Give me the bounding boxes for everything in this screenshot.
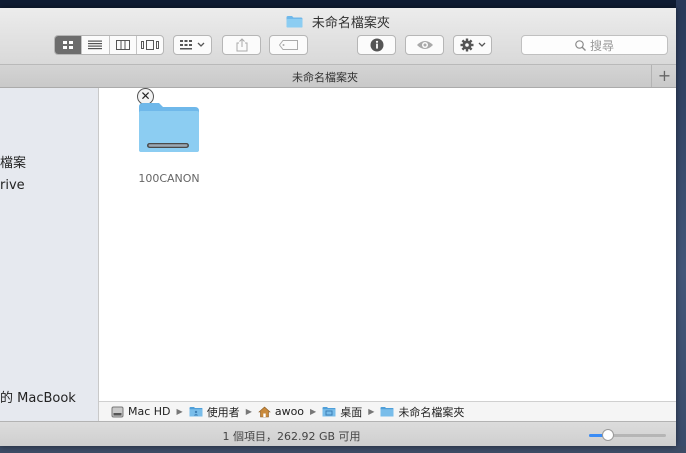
tags-button[interactable]	[269, 35, 308, 55]
chevron-right-icon: ▶	[245, 407, 252, 416]
tab-current[interactable]: 未命名檔案夾	[0, 69, 650, 85]
window-title: 未命名檔案夾	[311, 16, 390, 31]
path-crumb-home[interactable]: awoo	[258, 405, 304, 418]
finder-window: 未命名檔案夾 搜尋 未命名檔案夾 + 檔案 rive 的 MacBook ✕ 1…	[0, 8, 676, 446]
icon-view-button[interactable]	[55, 36, 83, 54]
list-icon	[88, 40, 103, 50]
folder-icon	[189, 407, 203, 417]
info-icon	[370, 38, 383, 52]
file-browser-area: ✕ 100CANON	[99, 88, 676, 401]
list-view-button[interactable]	[82, 36, 110, 54]
desktop-background	[676, 0, 686, 453]
eye-icon	[416, 41, 433, 49]
view-mode-segmented-control	[54, 35, 164, 55]
arrange-grid-chevron-icon	[179, 40, 204, 50]
chevron-right-icon: ▶	[368, 407, 375, 416]
cover-flow-icon	[140, 40, 159, 50]
search-icon	[575, 39, 586, 51]
action-button[interactable]	[453, 35, 492, 55]
crumb-label: Mac HD	[128, 405, 171, 418]
search-field[interactable]: 搜尋	[521, 35, 668, 55]
status-bar: 1 個項目，262.92 GB 可用	[0, 421, 676, 446]
search-placeholder: 搜尋	[589, 38, 614, 53]
chevron-right-icon: ▶	[310, 407, 317, 416]
crumb-label: 桌面	[340, 405, 363, 419]
share-button[interactable]	[222, 35, 261, 55]
share-icon	[236, 38, 247, 52]
folder-icon	[286, 16, 303, 28]
new-tab-button[interactable]: +	[651, 65, 677, 87]
path-crumb-desktop[interactable]: 桌面	[322, 404, 362, 420]
arrange-button[interactable]	[173, 35, 212, 55]
hard-drive-icon	[111, 406, 124, 417]
crumb-label: 未命名檔案夾	[398, 405, 465, 419]
tab-bar: 未命名檔案夾 +	[0, 65, 676, 88]
folder-name-label: 100CANON	[138, 172, 200, 185]
get-info-button[interactable]	[357, 35, 396, 55]
slider-knob[interactable]	[602, 429, 615, 441]
sidebar-item-documents[interactable]: 檔案	[0, 152, 26, 171]
sidebar: · 檔案 rive 的 MacBook	[0, 88, 99, 421]
tag-icon	[278, 40, 298, 50]
title-area: 未命名檔案夾	[0, 12, 676, 31]
path-crumb-users[interactable]: 使用者	[189, 404, 240, 420]
column-view-button[interactable]	[110, 36, 137, 54]
chevron-right-icon: ▶	[176, 407, 183, 416]
quick-look-button[interactable]	[405, 35, 444, 55]
status-text: 1 個項目，262.92 GB 可用	[222, 430, 361, 443]
cover-flow-view-button[interactable]	[137, 36, 163, 54]
sidebar-item-drive[interactable]: rive	[0, 178, 25, 193]
path-crumb-mac-hd[interactable]: Mac HD	[111, 405, 171, 418]
folder-icon	[322, 407, 336, 417]
path-bar: Mac HD ▶ 使用者 ▶ awoo ▶ 桌面 ▶ 未命名檔案夾	[99, 401, 676, 421]
folder-icon[interactable]	[138, 101, 200, 153]
columns-icon	[115, 40, 130, 50]
sidebar-item-macbook[interactable]: 的 MacBook	[0, 387, 76, 406]
titlebar: 未命名檔案夾 搜尋	[0, 8, 676, 65]
desktop-background-bottom	[0, 446, 686, 453]
gear-icon	[460, 38, 485, 52]
icon-size-slider[interactable]	[589, 429, 666, 441]
home-icon	[258, 406, 271, 417]
path-crumb-current-folder[interactable]: 未命名檔案夾	[380, 404, 464, 420]
crumb-label: 使用者	[206, 405, 240, 419]
crumb-label: awoo	[274, 405, 305, 418]
folder-icon	[380, 407, 394, 417]
grid-icon	[63, 41, 74, 49]
